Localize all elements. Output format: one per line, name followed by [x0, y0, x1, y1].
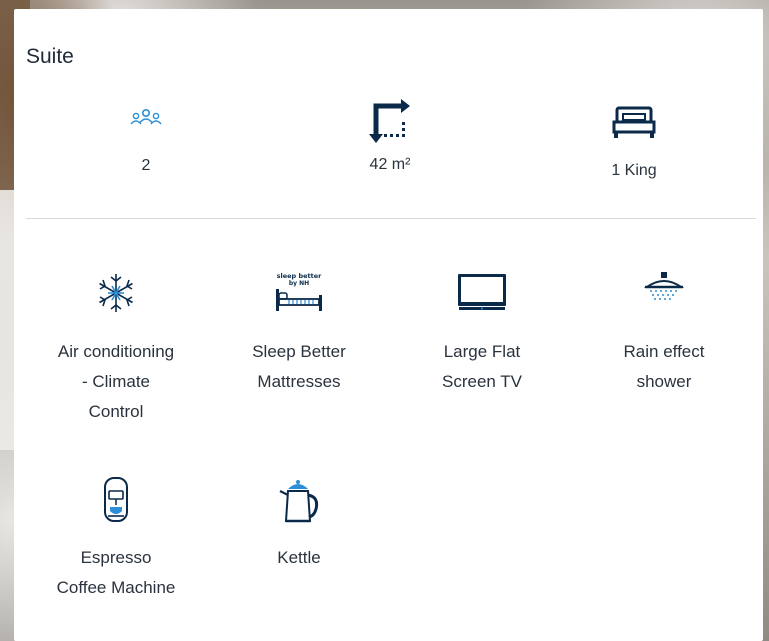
amenity-air-conditioning: Air conditioning - Climate Control: [26, 271, 206, 427]
divider: [26, 218, 756, 219]
amenity-flat-screen-tv: Large Flat Screen TV: [392, 271, 572, 397]
stat-bed-value: 1 King: [611, 162, 657, 179]
amenity-label: Kettle: [277, 548, 321, 567]
amenity-rain-shower: Rain effect shower: [574, 271, 754, 397]
kettle-icon: [279, 480, 319, 523]
amenity-label: Espresso Coffee Machine: [56, 548, 176, 597]
stat-bed: 1 King: [584, 106, 684, 180]
stat-size: 42 m²: [340, 96, 440, 174]
mattress-badge-line1: sleep better: [277, 272, 323, 280]
stat-size-value: 42 m²: [369, 156, 411, 173]
amenity-label: Rain effect shower: [623, 342, 705, 391]
amenity-kettle: Kettle: [209, 479, 389, 573]
room-size-icon: [369, 99, 410, 143]
espresso-icon: [104, 477, 128, 522]
amenity-label: Air conditioning - Climate Control: [57, 342, 175, 421]
stat-guests: 2: [96, 107, 196, 175]
amenity-espresso: Espresso Coffee Machine: [26, 477, 206, 603]
room-title: Suite: [26, 45, 74, 68]
mattress-icon: sleep better by NH: [276, 272, 323, 311]
amenity-label: Large Flat Screen TV: [441, 342, 522, 391]
mattress-badge-line2: by NH: [289, 280, 309, 287]
room-details-card: Suite 2 42 m² 1 King Air conditioning - …: [14, 9, 763, 641]
bed-icon: [612, 106, 656, 138]
amenity-sleep-better: sleep better by NH Sleep Better Mattress…: [209, 271, 389, 397]
guests-icon: [130, 108, 162, 125]
stat-guests-value: 2: [141, 157, 151, 174]
snowflake-icon: [99, 274, 133, 312]
tv-icon: [458, 274, 506, 310]
amenity-label: Sleep Better Mattresses: [252, 342, 346, 391]
shower-icon: [643, 272, 685, 300]
